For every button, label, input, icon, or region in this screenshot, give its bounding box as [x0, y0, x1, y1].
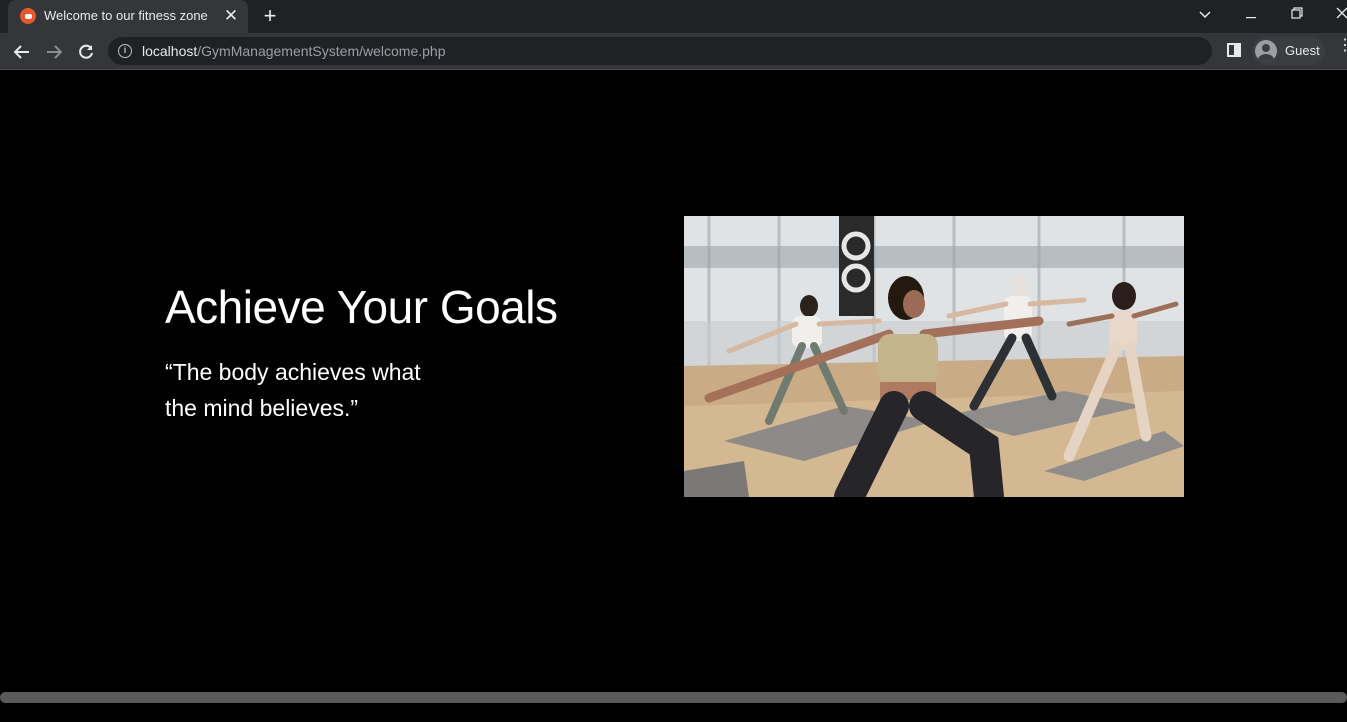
- back-arrow-icon[interactable]: [9, 39, 35, 65]
- tab-title: Welcome to our fitness zone: [44, 8, 208, 23]
- address-url: localhost/GymManagementSystem/welcome.ph…: [142, 43, 445, 59]
- avatar-icon: [1255, 40, 1277, 62]
- window-close-icon[interactable]: [1322, 0, 1347, 30]
- tab-close-icon[interactable]: ✕: [221, 6, 241, 26]
- reload-icon[interactable]: [73, 39, 99, 65]
- more-menu-icon[interactable]: ⋮: [1337, 38, 1347, 61]
- gym-favicon-icon: [20, 8, 36, 24]
- restore-icon[interactable]: [1277, 0, 1317, 30]
- side-panel-icon[interactable]: [1227, 43, 1241, 57]
- yoga-class-photo: [684, 216, 1184, 497]
- browser-titlebar: Welcome to our fitness zone ✕ +: [0, 0, 1347, 33]
- minimize-icon[interactable]: [1231, 0, 1271, 30]
- tab-search-chevron-down-icon[interactable]: [1185, 0, 1225, 30]
- hero-quote: “The body achieves what the mind believe…: [165, 354, 465, 426]
- url-host: localhost: [142, 43, 198, 59]
- hero-heading: Achieve Your Goals: [165, 281, 558, 333]
- profile-button[interactable]: Guest: [1252, 37, 1325, 65]
- site-info-icon[interactable]: i: [118, 44, 132, 58]
- profile-label: Guest: [1285, 43, 1320, 58]
- address-bar[interactable]: i localhost/GymManagementSystem/welcome.…: [108, 37, 1212, 65]
- browser-tab[interactable]: Welcome to our fitness zone ✕: [8, 0, 248, 33]
- new-tab-button[interactable]: +: [258, 5, 282, 29]
- scrollbar-thumb[interactable]: [0, 692, 1347, 703]
- browser-toolbar: i localhost/GymManagementSystem/welcome.…: [0, 33, 1347, 70]
- url-path: /GymManagementSystem/welcome.php: [197, 43, 446, 59]
- page-content: Achieve Your Goals “The body achieves wh…: [0, 70, 1347, 690]
- quote-line-2: the mind believes.”: [165, 395, 359, 421]
- forward-arrow-icon[interactable]: [41, 39, 67, 65]
- horizontal-scrollbar[interactable]: [0, 690, 1347, 722]
- quote-line-1: “The body achieves what: [165, 359, 421, 385]
